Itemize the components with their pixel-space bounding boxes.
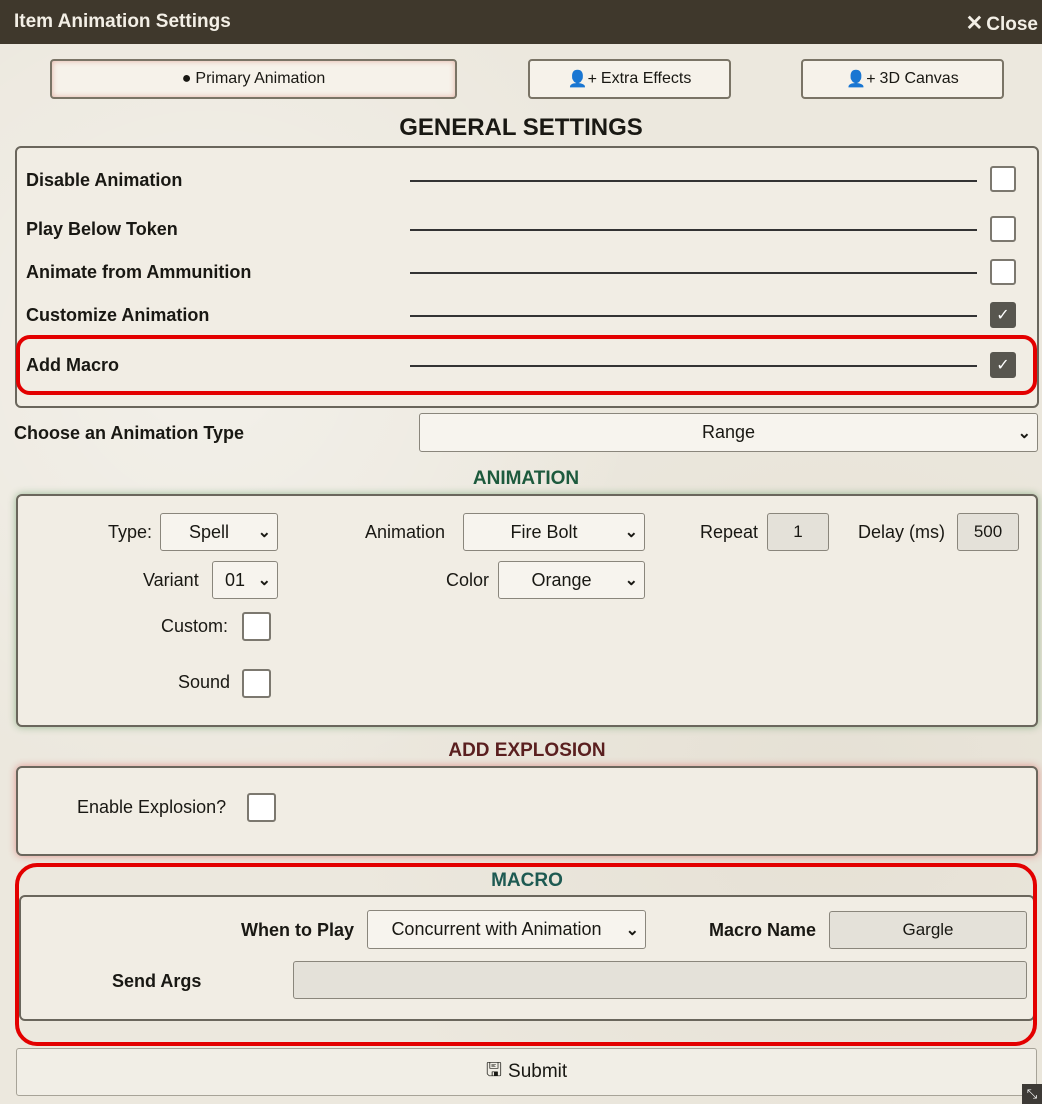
- animate-from-ammunition-label: Animate from Ammunition: [26, 262, 252, 282]
- tab-primary-animation[interactable]: ● Primary Animation: [50, 59, 457, 99]
- variant-value: 01: [224, 569, 246, 590]
- macro-name-input[interactable]: Gargle: [829, 911, 1027, 949]
- delay-input[interactable]: 500: [957, 513, 1019, 551]
- repeat-input[interactable]: 1: [767, 513, 829, 551]
- close-label: Close: [986, 14, 1038, 35]
- resize-icon: ⤡: [1026, 1086, 1038, 1101]
- tab-label: 3D Canvas: [879, 70, 959, 87]
- delay-label: Delay (ms): [858, 522, 946, 542]
- type-label: Type:: [108, 522, 153, 542]
- add-explosion-title: ADD EXPLOSION: [448, 740, 606, 761]
- submit-button[interactable]: 🖫 Submit: [16, 1048, 1037, 1096]
- macro-name-label: Macro Name: [709, 920, 817, 940]
- color-label: Color: [446, 570, 490, 590]
- animate-from-ammunition-checkbox[interactable]: [990, 259, 1016, 285]
- add-macro-label: Add Macro: [26, 355, 120, 375]
- close-button[interactable]: ✕ Close: [966, 11, 1038, 36]
- chevron-down-icon: ⌄: [257, 524, 271, 541]
- customize-animation-checkbox[interactable]: ✓: [990, 302, 1016, 328]
- disable-animation-label: Disable Animation: [26, 170, 183, 190]
- animation-title: ANIMATION: [472, 468, 580, 489]
- divider: [410, 315, 977, 317]
- type-select[interactable]: Spell ⌄: [160, 513, 278, 551]
- divider: [410, 180, 977, 182]
- divider: [410, 272, 977, 274]
- close-icon: ✕: [965, 12, 984, 35]
- sound-checkbox[interactable]: [242, 669, 271, 698]
- tab-extra-effects[interactable]: 👤+ Extra Effects: [528, 59, 731, 99]
- add-macro-checkbox[interactable]: ✓: [990, 352, 1016, 378]
- divider: [410, 365, 977, 367]
- window-title: Item Animation Settings: [14, 11, 231, 32]
- animation-label: Animation: [365, 522, 446, 542]
- animation-type-label: Choose an Animation Type: [14, 423, 245, 443]
- sound-label: Sound: [178, 672, 231, 692]
- tab-label: Primary Animation: [195, 70, 326, 87]
- animation-type-select[interactable]: Range ⌄: [419, 413, 1038, 452]
- chevron-down-icon: ⌄: [624, 524, 638, 541]
- window-titlebar: Item Animation Settings ✕ Close: [0, 0, 1042, 44]
- user-plus-icon: 👤+: [846, 71, 876, 88]
- disable-animation-checkbox[interactable]: [990, 166, 1016, 192]
- custom-checkbox[interactable]: [242, 612, 271, 641]
- chevron-down-icon: ⌄: [1017, 424, 1031, 442]
- enable-explosion-checkbox[interactable]: [247, 793, 276, 822]
- chevron-down-icon: ⌄: [624, 572, 638, 589]
- resize-handle[interactable]: ⤡: [1022, 1084, 1042, 1104]
- save-icon: 🖫: [485, 1060, 503, 1081]
- animation-value: Fire Bolt: [510, 521, 578, 542]
- user-plus-icon: 👤+: [567, 71, 597, 88]
- animation-select[interactable]: Fire Bolt ⌄: [463, 513, 645, 551]
- color-select[interactable]: Orange ⌄: [498, 561, 645, 599]
- macro-title: MACRO: [491, 870, 563, 891]
- when-to-play-select[interactable]: Concurrent with Animation ⌄: [367, 910, 646, 949]
- bomb-icon: ●: [181, 70, 192, 87]
- customize-animation-label: Customize Animation: [26, 305, 210, 325]
- check-icon: ✓: [996, 357, 1010, 374]
- chevron-down-icon: ⌄: [257, 572, 271, 589]
- variant-select[interactable]: 01 ⌄: [212, 561, 278, 599]
- chevron-down-icon: ⌄: [625, 921, 639, 939]
- custom-label: Custom:: [161, 616, 229, 636]
- send-args-input[interactable]: [293, 961, 1027, 999]
- divider: [410, 229, 977, 231]
- general-settings-title: GENERAL SETTINGS: [399, 114, 643, 141]
- color-value: Orange: [531, 569, 592, 590]
- when-to-play-value: Concurrent with Animation: [391, 919, 602, 939]
- type-value: Spell: [188, 521, 230, 542]
- tab-label: Extra Effects: [600, 70, 692, 87]
- play-below-token-checkbox[interactable]: [990, 216, 1016, 242]
- window-content: ● Primary Animation 👤+ Extra Effects 👤+ …: [0, 44, 1042, 1104]
- submit-label: Submit: [508, 1061, 568, 1082]
- play-below-token-label: Play Below Token: [26, 219, 178, 239]
- when-to-play-label: When to Play: [241, 920, 355, 940]
- variant-label: Variant: [143, 570, 199, 590]
- repeat-label: Repeat: [700, 522, 759, 542]
- enable-explosion-label: Enable Explosion?: [77, 797, 227, 817]
- send-args-label: Send Args: [112, 971, 202, 991]
- animation-type-value: Range: [701, 422, 756, 442]
- check-icon: ✓: [996, 307, 1010, 324]
- tab-3d-canvas[interactable]: 👤+ 3D Canvas: [801, 59, 1004, 99]
